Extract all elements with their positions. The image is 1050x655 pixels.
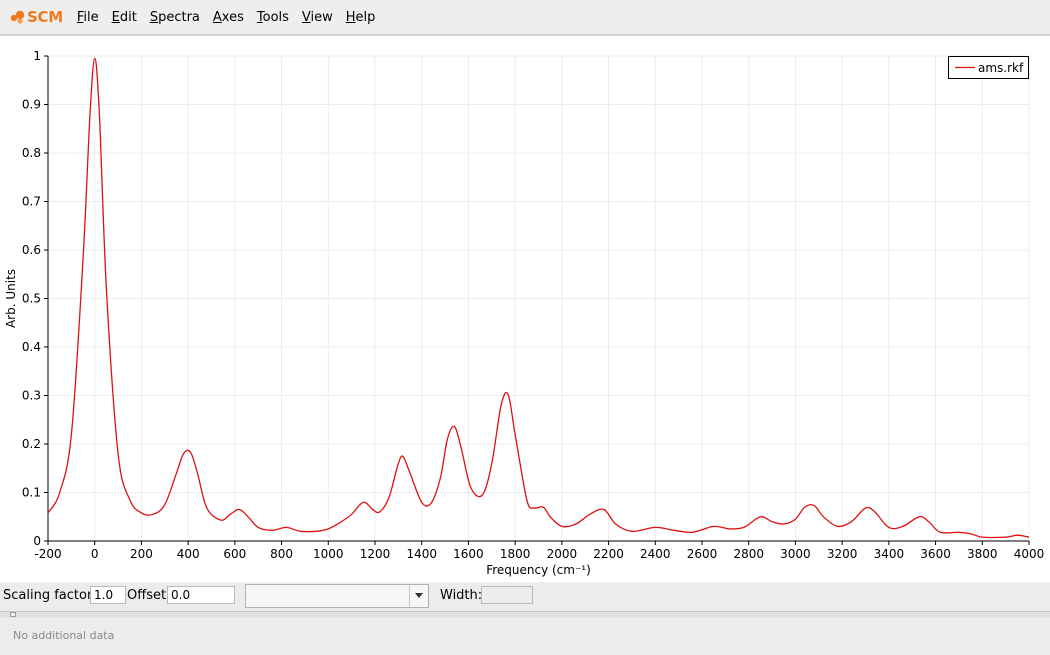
logo-text: SCM — [27, 8, 63, 26]
menu-tools[interactable]: Tools — [257, 10, 289, 25]
y-tick-label: 0.4 — [22, 340, 41, 354]
y-tick-label: 0.6 — [22, 243, 41, 257]
scm-logo-icon — [10, 10, 25, 24]
scm-logo[interactable]: SCM — [10, 8, 63, 26]
x-tick-label: 2800 — [733, 547, 764, 561]
x-tick-label: 2000 — [547, 547, 578, 561]
x-tick-label: 1600 — [453, 547, 484, 561]
x-tick-label: 1800 — [500, 547, 531, 561]
spectrum-select[interactable] — [245, 584, 429, 608]
x-tick-label: 400 — [177, 547, 200, 561]
spectrum-chart[interactable]: -200 0 200 400 600 800 1000 1200 1400 1600 1800 200… — [0, 36, 1050, 582]
x-tick-label: 3200 — [827, 547, 858, 561]
scaling-factor-label: Scaling factor: — [3, 588, 97, 603]
legend[interactable]: ams.rkf — [948, 56, 1029, 79]
menu-axes[interactable]: Axes — [213, 10, 244, 25]
x-tick-label: 1000 — [313, 547, 344, 561]
grid — [48, 55, 1030, 541]
spectrum-controls: Scaling factor: 1.0 Offset: 0.0 Width: — [0, 582, 1050, 610]
y-tick-label: 0.2 — [22, 437, 41, 451]
y-tick-label: 0.3 — [22, 389, 41, 403]
x-tick-label: 1200 — [360, 547, 391, 561]
x-tick-label: 3600 — [920, 547, 951, 561]
splitter-handle[interactable] — [10, 612, 16, 617]
x-tick-label: 200 — [130, 547, 153, 561]
y-tick-label: 0.7 — [22, 195, 41, 209]
x-tick-label: -200 — [34, 547, 61, 561]
x-tick-label: 2600 — [687, 547, 718, 561]
menu-help[interactable]: Help — [346, 10, 376, 25]
x-tick-label: 2200 — [593, 547, 624, 561]
spectrum-plot-panel[interactable]: -200 0 200 400 600 800 1000 1200 1400 1600 1800 200… — [0, 35, 1050, 582]
y-tick-label: 0.9 — [22, 98, 41, 112]
x-tick-label: 600 — [223, 547, 246, 561]
offset-input[interactable]: 0.0 — [167, 586, 235, 604]
width-label: Width: — [440, 588, 483, 603]
x-tick-label: 1400 — [406, 547, 437, 561]
menu-file[interactable]: File — [77, 10, 99, 25]
y-tick-label: 0.8 — [22, 146, 41, 160]
y-tick-label: 0 — [33, 534, 41, 548]
x-tick-label: 800 — [270, 547, 293, 561]
axes: -200 0 200 400 600 800 1000 1200 1400 1600 1800 200… — [22, 49, 1044, 561]
menu-spectra[interactable]: Spectra — [150, 10, 200, 25]
legend-label-ams-rkf: ams.rkf — [978, 61, 1024, 75]
y-axis-label: Arb. Units — [4, 269, 18, 328]
series-layer — [47, 57, 1030, 539]
chevron-down-icon[interactable] — [409, 585, 428, 607]
x-axis-label: Frequency (cm⁻¹) — [486, 563, 591, 577]
menu-edit[interactable]: Edit — [112, 10, 137, 25]
offset-label: Offset: — [127, 588, 171, 603]
x-tick-label: 2400 — [640, 547, 671, 561]
y-tick-label: 0.1 — [22, 486, 41, 500]
x-tick-label: 0 — [91, 547, 99, 561]
x-tick-label: 3000 — [780, 547, 811, 561]
y-tick-label: 1 — [33, 49, 41, 63]
x-tick-label: 3800 — [967, 547, 998, 561]
width-input[interactable] — [481, 586, 533, 604]
status-text: No additional data — [13, 629, 115, 642]
menu-bar: SCM File Edit Spectra Axes Tools View He… — [0, 0, 1050, 35]
details-panel: No additional data — [0, 618, 1050, 655]
series-line-ams-rkf — [47, 57, 1030, 539]
y-tick-label: 0.5 — [22, 292, 41, 306]
x-tick-label: 4000 — [1014, 547, 1045, 561]
menu-view[interactable]: View — [302, 10, 333, 25]
x-tick-label: 3400 — [874, 547, 905, 561]
scaling-factor-input[interactable]: 1.0 — [90, 586, 126, 604]
